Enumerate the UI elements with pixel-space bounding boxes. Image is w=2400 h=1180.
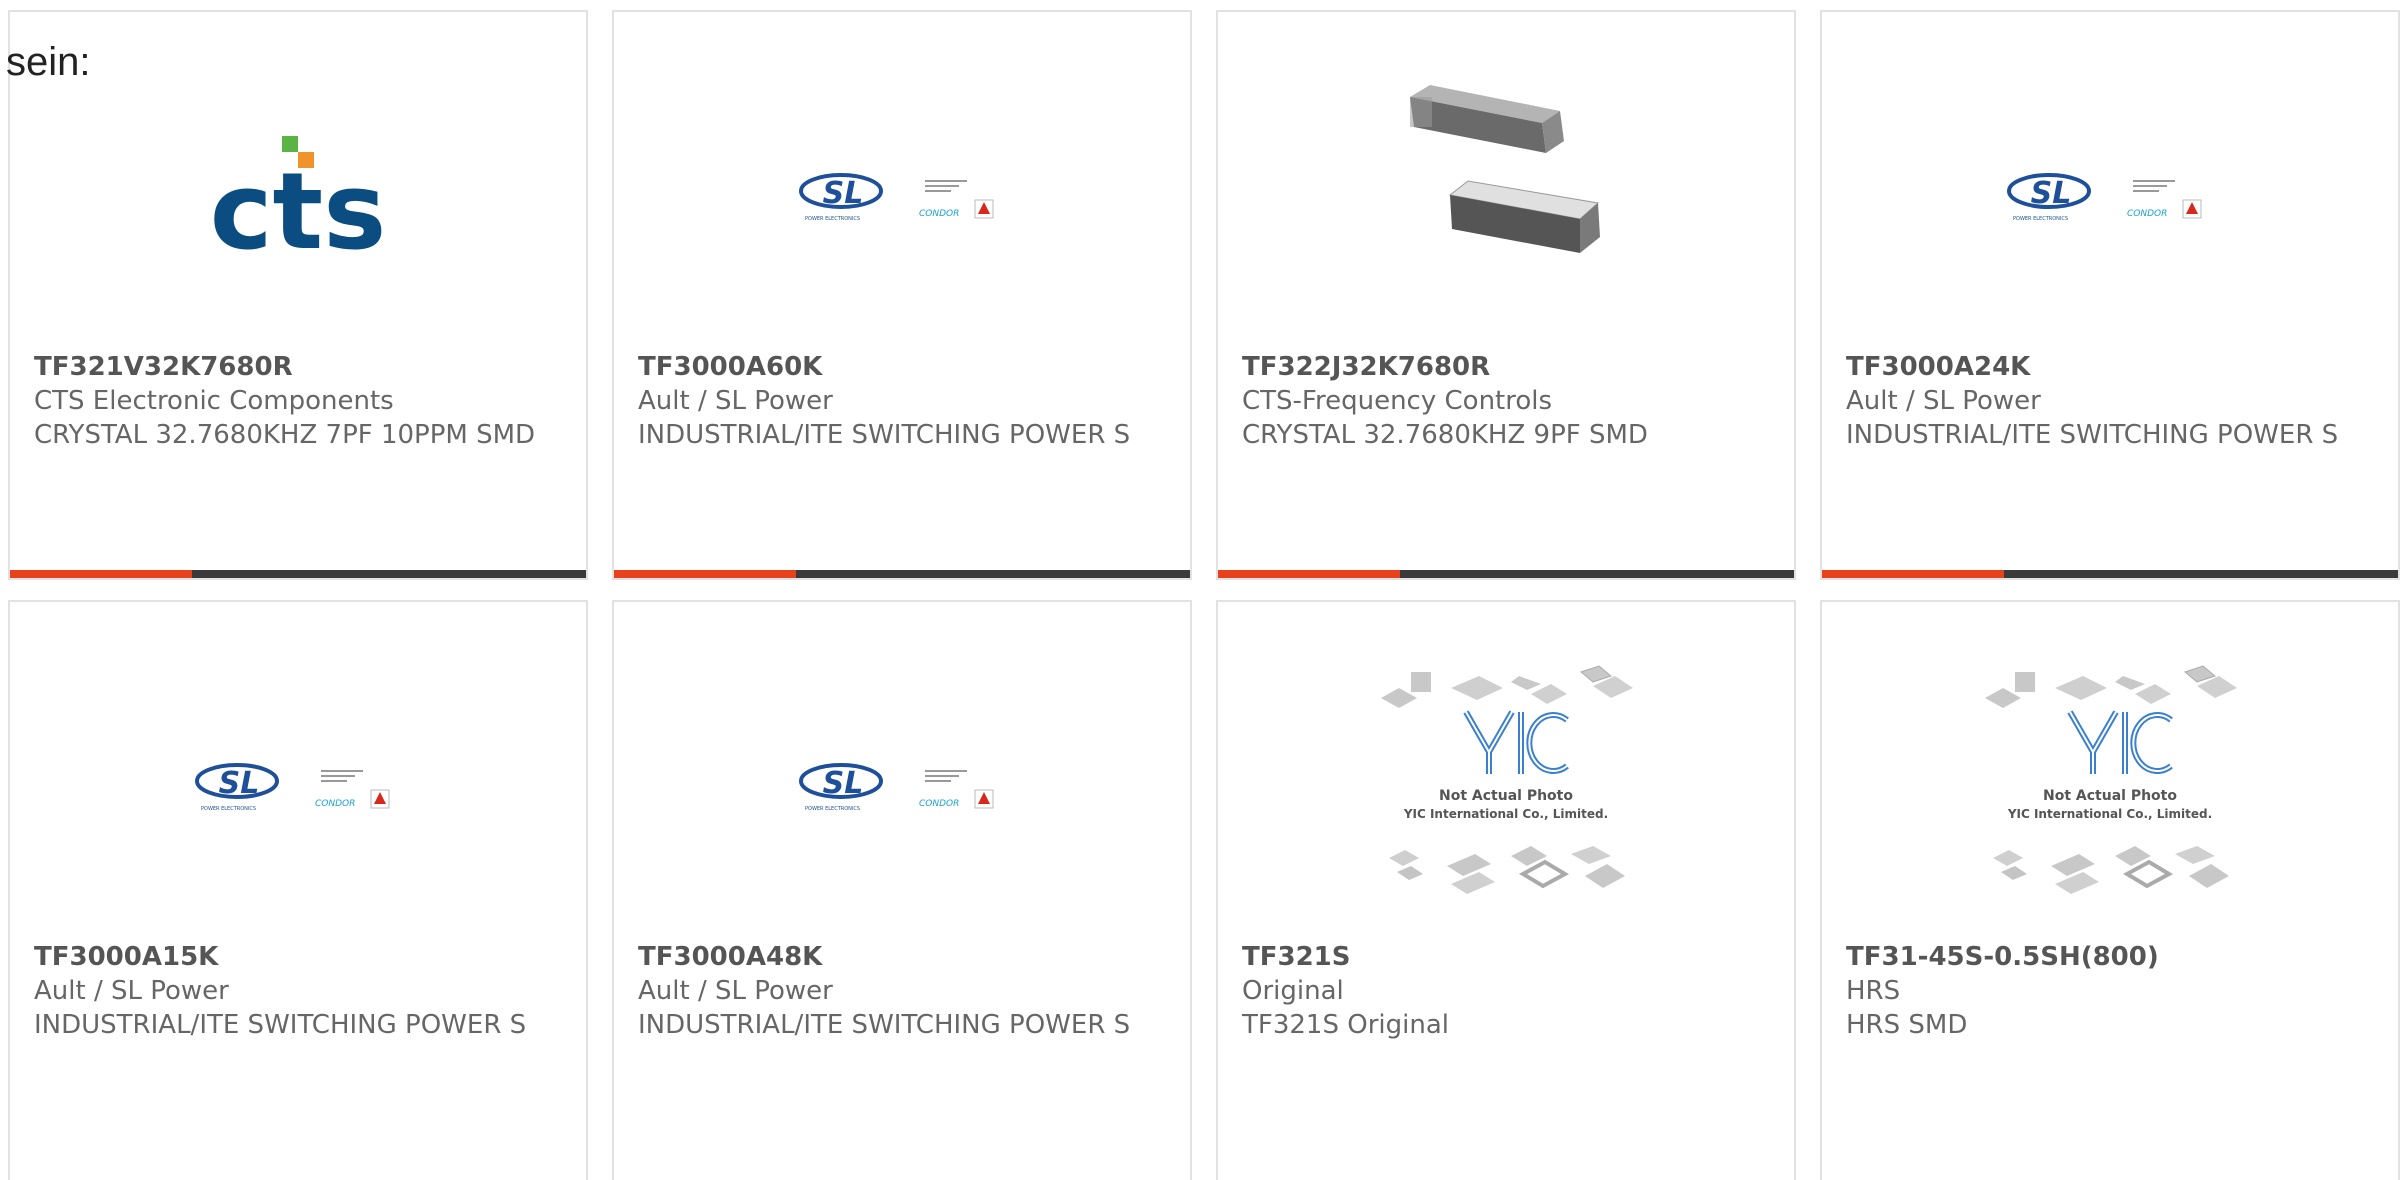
logo-sub: POWER ELECTRONICS <box>805 216 860 222</box>
description: INDUSTRIAL/ITE SWITCHING POWER S <box>638 420 1131 450</box>
product-info: TF321S Original TF321S Original <box>1242 940 1774 1042</box>
yic-placeholder-image: Not Actual Photo YIC International Co., … <box>1985 665 2237 894</box>
logo-sub: POWER ELECTRONICS <box>201 806 256 812</box>
description: CRYSTAL 32.7680KHZ 9PF SMD <box>1242 420 1648 450</box>
logo-brand: CONDOR <box>919 799 959 809</box>
product-image[interactable]: Not Actual Photo YIC International Co., … <box>1822 642 2398 932</box>
product-info: TF31-45S-0.5SH(800) HRS HRS SMD <box>1846 940 2378 1042</box>
caption-line2: YIC International Co., Limited. <box>1403 807 1608 821</box>
card-bar <box>1218 570 1794 578</box>
description: INDUSTRIAL/ITE SWITCHING POWER S <box>638 1010 1131 1040</box>
product-card[interactable]: TF322J32K7680R CTS-Frequency Controls CR… <box>1216 10 1796 580</box>
manufacturer: Ault / SL Power <box>638 976 833 1006</box>
product-image[interactable]: SL POWER ELECTRONICS CONDOR <box>614 642 1190 932</box>
logo-text: cts <box>210 150 387 262</box>
product-info: TF322J32K7680R CTS-Frequency Controls CR… <box>1242 350 1774 452</box>
card-bar-accent <box>1218 570 1400 578</box>
logo-brand: CONDOR <box>2127 209 2167 219</box>
part-number[interactable]: TF3000A48K <box>638 940 1170 974</box>
sl-power-logo: SL POWER ELECTRONICS CONDOR <box>799 763 994 812</box>
product-info: TF3000A15K Ault / SL Power INDUSTRIAL/IT… <box>34 940 566 1042</box>
card-bar <box>10 570 586 578</box>
product-card[interactable]: SL POWER ELECTRONICS CONDOR TF3000A48K A… <box>612 600 1192 1180</box>
description: TF321S Original <box>1242 1010 1449 1040</box>
product-grid: cts TF321V32K7680R CTS Electronic Compon… <box>8 10 2400 1180</box>
logo-text: SL <box>2031 176 2072 211</box>
product-card[interactable]: SL POWER ELECTRONICS CONDOR TF3000A24K A… <box>1820 10 2400 580</box>
description: HRS SMD <box>1846 1010 1968 1040</box>
product-card[interactable]: SL POWER ELECTRONICS CONDOR TF3000A60K A… <box>612 10 1192 580</box>
yic-placeholder-image: Not Actual Photo YIC International Co., … <box>1381 665 1633 894</box>
caption-line1: Not Actual Photo <box>1439 788 1573 804</box>
sl-power-logo: SL POWER ELECTRONICS CONDOR <box>799 173 994 222</box>
part-number[interactable]: TF3000A60K <box>638 350 1170 384</box>
card-bar-accent <box>614 570 796 578</box>
logo-sub: POWER ELECTRONICS <box>805 806 860 812</box>
manufacturer: HRS <box>1846 976 1901 1006</box>
part-number[interactable]: TF321S <box>1242 940 1774 974</box>
logo-text: SL <box>823 766 864 801</box>
manufacturer: Ault / SL Power <box>34 976 229 1006</box>
logo-text: SL <box>219 766 260 801</box>
product-image[interactable]: SL POWER ELECTRONICS CONDOR <box>10 642 586 932</box>
product-info: TF3000A24K Ault / SL Power INDUSTRIAL/IT… <box>1846 350 2378 452</box>
sl-power-logo: SL POWER ELECTRONICS CONDOR <box>195 763 390 812</box>
caption-line1: Not Actual Photo <box>2043 788 2177 804</box>
card-bar <box>1822 570 2398 578</box>
product-card[interactable]: Not Actual Photo YIC International Co., … <box>1216 600 1796 1180</box>
product-card[interactable]: cts TF321V32K7680R CTS Electronic Compon… <box>8 10 588 580</box>
product-card[interactable]: SL POWER ELECTRONICS CONDOR TF3000A15K A… <box>8 600 588 1180</box>
manufacturer: Ault / SL Power <box>638 386 833 416</box>
part-number[interactable]: TF3000A15K <box>34 940 566 974</box>
logo-brand: CONDOR <box>919 209 959 219</box>
manufacturer: CTS Electronic Components <box>34 386 394 416</box>
product-image[interactable]: SL POWER ELECTRONICS CONDOR <box>1822 52 2398 342</box>
manufacturer: CTS-Frequency Controls <box>1242 386 1553 416</box>
part-number[interactable]: TF321V32K7680R <box>34 350 566 384</box>
lead-text: sein: <box>6 40 91 84</box>
smd-crystal-photo <box>1410 85 1600 253</box>
part-number[interactable]: TF322J32K7680R <box>1242 350 1774 384</box>
sl-power-logo: SL POWER ELECTRONICS CONDOR <box>2007 173 2202 222</box>
product-card[interactable]: Not Actual Photo YIC International Co., … <box>1820 600 2400 1180</box>
product-image[interactable]: cts <box>10 52 586 342</box>
card-bar <box>614 570 1190 578</box>
logo-brand: CONDOR <box>315 799 355 809</box>
logo-text: SL <box>823 176 864 211</box>
product-image[interactable]: SL POWER ELECTRONICS CONDOR <box>614 52 1190 342</box>
product-info: TF3000A60K Ault / SL Power INDUSTRIAL/IT… <box>638 350 1170 452</box>
part-number[interactable]: TF31-45S-0.5SH(800) <box>1846 940 2378 974</box>
product-info: TF321V32K7680R CTS Electronic Components… <box>34 350 566 452</box>
manufacturer: Original <box>1242 976 1344 1006</box>
manufacturer: Ault / SL Power <box>1846 386 2041 416</box>
product-image[interactable]: Not Actual Photo YIC International Co., … <box>1218 642 1794 932</box>
logo-sub: POWER ELECTRONICS <box>2013 216 2068 222</box>
card-bar-accent <box>1822 570 2004 578</box>
card-bar-accent <box>10 570 192 578</box>
cts-logo: cts <box>210 136 387 262</box>
product-info: TF3000A48K Ault / SL Power INDUSTRIAL/IT… <box>638 940 1170 1042</box>
description: CRYSTAL 32.7680KHZ 7PF 10PPM SMD <box>34 420 536 450</box>
part-number[interactable]: TF3000A24K <box>1846 350 2378 384</box>
description: INDUSTRIAL/ITE SWITCHING POWER S <box>1846 420 2339 450</box>
caption-line2: YIC International Co., Limited. <box>2007 807 2212 821</box>
product-image[interactable] <box>1218 72 1794 282</box>
description: INDUSTRIAL/ITE SWITCHING POWER S <box>34 1010 527 1040</box>
